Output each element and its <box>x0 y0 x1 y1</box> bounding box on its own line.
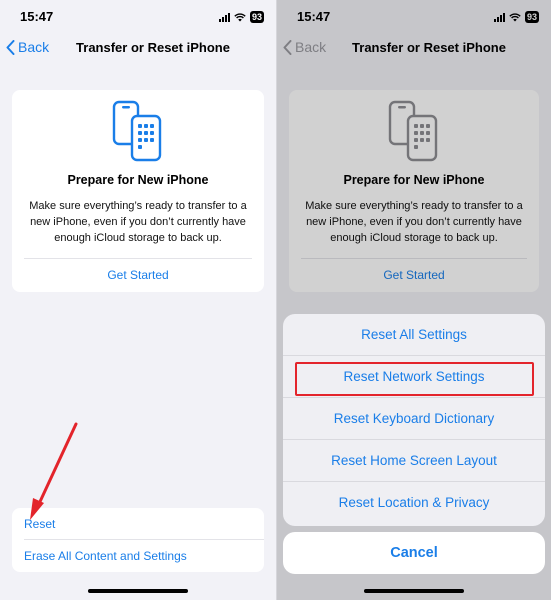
status-bar: 15:47 93 <box>0 0 276 30</box>
home-indicator <box>88 589 188 593</box>
reset-home-screen-layout-option[interactable]: Reset Home Screen Layout <box>283 440 545 482</box>
reset-action-sheet: Reset All Settings Reset Network Setting… <box>283 314 545 526</box>
left-screen: 15:47 93 Back Transfer or Reset iPhone P… <box>0 0 276 600</box>
reset-item[interactable]: Reset <box>24 517 264 531</box>
highlight-box <box>295 362 534 396</box>
card-divider <box>24 258 252 259</box>
reset-list: Reset Erase All Content and Settings <box>12 508 264 572</box>
signal-icon <box>218 12 230 22</box>
cancel-button[interactable]: Cancel <box>283 532 545 574</box>
phones-transfer-icon <box>112 100 162 162</box>
card-description: Make sure everything’s ready to transfer… <box>29 200 247 244</box>
get-started-link[interactable]: Get Started <box>12 268 264 282</box>
battery-icon: 93 <box>249 11 264 23</box>
erase-all-item[interactable]: Erase All Content and Settings <box>24 549 264 563</box>
nav-bar: Back Transfer or Reset iPhone <box>0 36 276 62</box>
card-title: Prepare for New iPhone <box>67 173 209 187</box>
page-title: Transfer or Reset iPhone <box>76 40 230 55</box>
list-divider <box>24 539 264 540</box>
wifi-icon <box>234 12 246 22</box>
home-indicator <box>364 589 464 593</box>
prepare-card: Prepare for New iPhone Make sure everyth… <box>12 90 264 292</box>
reset-all-settings-option[interactable]: Reset All Settings <box>283 314 545 356</box>
reset-keyboard-dictionary-option[interactable]: Reset Keyboard Dictionary <box>283 398 545 440</box>
reset-location-privacy-option[interactable]: Reset Location & Privacy <box>283 482 545 524</box>
right-screen: 15:47 93 Back Transfer or Reset iPhone P… <box>276 0 551 600</box>
status-time: 15:47 <box>20 9 54 24</box>
